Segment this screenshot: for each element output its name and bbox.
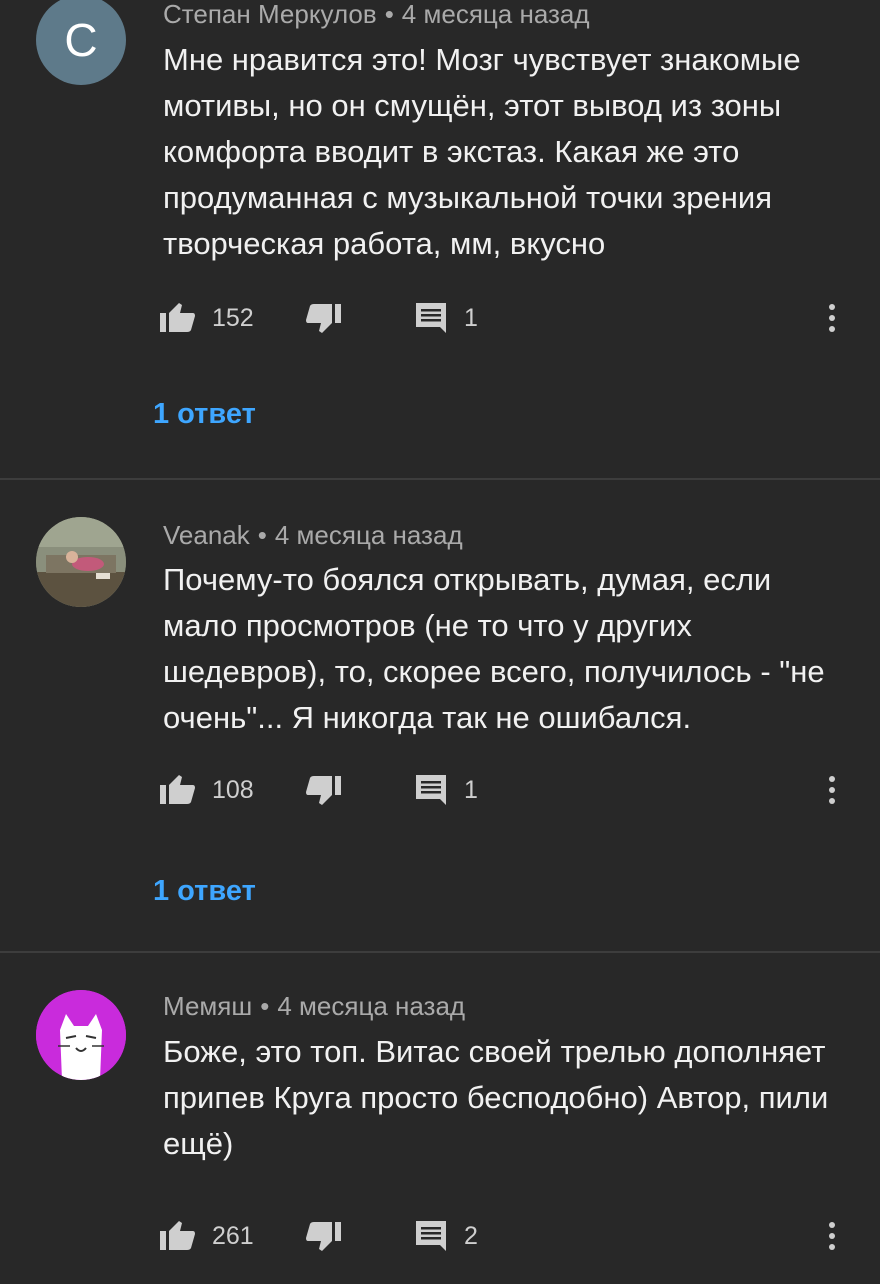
meta-separator: •: [260, 991, 270, 1021]
view-replies-link[interactable]: 1 ответ: [153, 875, 256, 908]
thumb-up-icon: [160, 1221, 195, 1250]
more-button[interactable]: [828, 765, 836, 815]
comment-actions: 261 2: [160, 1211, 860, 1261]
like-count: 152: [212, 303, 254, 332]
reply-count: 2: [464, 1221, 478, 1250]
meta-separator: •: [257, 520, 267, 550]
comment-meta: Мемяш • 4 месяца назад: [163, 991, 465, 1022]
like-button[interactable]: [160, 293, 196, 343]
comment-icon: [416, 303, 446, 333]
view-replies-link[interactable]: 1 ответ: [153, 398, 256, 431]
comment-time: 4 месяца назад: [401, 0, 590, 29]
more-button[interactable]: [828, 293, 836, 343]
like-count: 261: [212, 1221, 254, 1250]
reply-button[interactable]: [415, 765, 447, 815]
dislike-button[interactable]: [305, 293, 341, 343]
comment-actions: 152 1: [160, 293, 860, 343]
thumb-down-icon: [306, 304, 341, 333]
like-button[interactable]: [160, 765, 196, 815]
meta-separator: •: [384, 0, 394, 29]
thumb-up-icon: [160, 775, 195, 804]
like-count: 108: [212, 775, 254, 804]
more-button[interactable]: [828, 1211, 836, 1261]
reply-button[interactable]: [415, 1211, 447, 1261]
comment-item: С Степан Меркулов • 4 месяца назад Мне нра…: [0, 0, 880, 478]
author-name[interactable]: Veanak: [163, 520, 250, 550]
more-vert-icon: [829, 1222, 835, 1250]
reply-count: 1: [464, 303, 478, 332]
dislike-button[interactable]: [305, 765, 341, 815]
reply-button[interactable]: [415, 293, 447, 343]
more-vert-icon: [829, 776, 835, 804]
comment-text: Боже, это топ. Витас своей трелью дополн…: [163, 1034, 829, 1161]
avatar-photo-image: [36, 517, 126, 607]
dislike-button[interactable]: [305, 1211, 341, 1261]
avatar[interactable]: [36, 990, 126, 1080]
comment-text: Мне нравится это! Мозг чувствует знакомы…: [163, 42, 801, 261]
comment-item: Мемяш • 4 месяца назад Боже, это топ. Вита…: [0, 953, 880, 1284]
avatar[interactable]: С: [36, 0, 126, 85]
comment-meta: Степан Меркулов • 4 месяца назад: [163, 0, 590, 30]
author-name[interactable]: Мемяш: [163, 991, 252, 1021]
comment-icon: [416, 1221, 446, 1251]
comment-time: 4 месяца назад: [277, 991, 466, 1021]
thumb-up-icon: [160, 303, 195, 332]
comment-text: Почему-то боялся открывать, думая, если …: [163, 562, 825, 735]
thumb-down-icon: [306, 1222, 341, 1251]
comment-actions: 108 1: [160, 765, 860, 815]
comment-item: Veanak • 4 месяца назад Почему-то боялся о…: [0, 480, 880, 951]
avatar[interactable]: [36, 517, 126, 607]
avatar-letter: С: [64, 14, 98, 66]
like-button[interactable]: [160, 1211, 196, 1261]
more-vert-icon: [829, 304, 835, 332]
author-name[interactable]: Степан Меркулов: [163, 0, 377, 29]
comment-meta: Veanak • 4 месяца назад: [163, 520, 463, 551]
thumb-down-icon: [306, 776, 341, 805]
reply-count: 1: [464, 775, 478, 804]
comment-time: 4 месяца назад: [274, 520, 463, 550]
cat-avatar-image: [36, 990, 126, 1080]
comment-icon: [416, 775, 446, 805]
